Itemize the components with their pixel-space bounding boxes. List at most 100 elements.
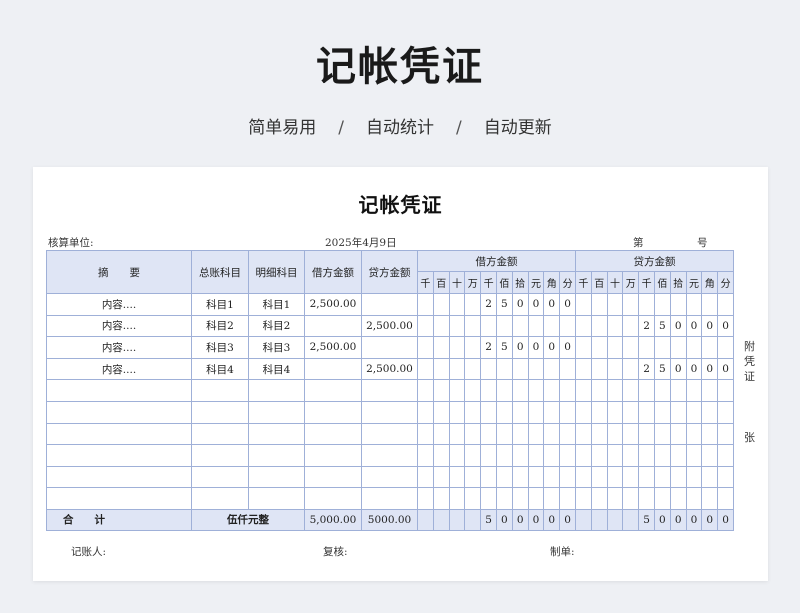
cell-credit-digit <box>669 379 687 402</box>
cell-debit-digit <box>432 422 450 446</box>
cell-debit-digit <box>432 444 450 467</box>
cell-debit-digit <box>417 336 434 359</box>
cell-debit-digit <box>527 465 545 489</box>
header-summary: 摘 要 <box>46 250 192 294</box>
subtitle-item: 自动更新 <box>483 118 552 138</box>
total-credit-digit <box>575 508 592 531</box>
cell-debit-digit: 0 <box>527 293 545 316</box>
cell-detail-account: 科目3 <box>248 336 305 359</box>
cell-credit-digit <box>717 465 734 489</box>
table-row <box>46 422 734 446</box>
cell-detail-account <box>248 444 305 467</box>
cell-credit-digit <box>622 422 640 446</box>
cell-credit-amount <box>361 379 418 402</box>
total-debit-digit: 0 <box>495 508 513 531</box>
total-debit-amount: 5,000.00 <box>304 508 362 531</box>
total-debit-digit: 0 <box>511 508 529 531</box>
total-credit-digit: 5 <box>638 508 655 531</box>
cell-debit-amount <box>304 314 362 338</box>
cell-summary <box>46 487 192 510</box>
reviewer-label: 复核: <box>323 546 348 558</box>
cell-general-account <box>191 379 249 402</box>
cell-credit-digit <box>606 293 624 316</box>
cell-credit-digit: 0 <box>717 314 734 338</box>
cell-debit-digit <box>511 379 529 402</box>
cell-summary <box>46 465 192 489</box>
cell-general-account <box>191 400 249 424</box>
cell-debit-digit <box>527 422 545 446</box>
cell-credit-digit <box>701 400 719 424</box>
cell-credit-digit <box>622 357 640 381</box>
voucher-table: 摘 要 总账科目 明细科目 借方金额 贷方金额 借方金额 贷方金额 千百十万千佰… <box>46 250 734 531</box>
table-row <box>46 379 734 402</box>
cell-credit-digit <box>669 422 687 446</box>
cell-summary <box>46 444 192 467</box>
cell-general-account <box>191 422 249 446</box>
cell-credit-digit <box>622 400 640 424</box>
cell-debit-digit <box>480 444 497 467</box>
cell-debit-digit <box>448 379 466 402</box>
digit-unit-header: 千 <box>638 271 655 294</box>
cell-credit-digit <box>590 314 608 338</box>
digit-unit-header: 百 <box>432 271 450 294</box>
cell-debit-digit <box>543 487 561 510</box>
digit-unit-header: 分 <box>559 271 576 294</box>
cell-credit-digit <box>606 422 624 446</box>
cell-debit-digit <box>417 379 434 402</box>
cell-debit-digit <box>495 379 513 402</box>
digit-unit-header: 元 <box>685 271 703 294</box>
cell-debit-digit <box>464 422 482 446</box>
cell-debit-digit <box>527 400 545 424</box>
cell-debit-digit <box>559 314 576 338</box>
cell-credit-digit <box>606 336 624 359</box>
digit-unit-header: 佰 <box>653 271 671 294</box>
cell-summary <box>46 422 192 446</box>
cell-credit-digit <box>638 422 655 446</box>
table-row <box>46 444 734 467</box>
cell-debit-digit <box>464 444 482 467</box>
cell-debit-digit <box>448 336 466 359</box>
cell-debit-digit <box>448 293 466 316</box>
cell-credit-digit <box>622 314 640 338</box>
subtitle-item: 自动统计 <box>366 118 434 138</box>
cell-debit-digit <box>495 314 513 338</box>
table-row: 内容.... 科目3 科目3 2,500.00 2 5 0 0 0 0 <box>46 336 734 359</box>
table-row: 内容.... 科目1 科目1 2,500.00 2 5 0 0 0 0 <box>46 293 734 316</box>
cell-credit-digit: 0 <box>669 357 687 381</box>
total-debit-digit: 5 <box>480 508 497 531</box>
attachment-unit: 张 <box>744 431 755 444</box>
cell-credit-digit <box>590 400 608 424</box>
cell-debit-digit <box>495 400 513 424</box>
cell-debit-digit <box>417 422 434 446</box>
cell-debit-digit <box>417 314 434 338</box>
voucher-title: 记帐凭证 <box>358 193 443 217</box>
cell-credit-digit <box>638 465 655 489</box>
total-debit-digit <box>464 508 482 531</box>
cell-credit-digit <box>685 293 703 316</box>
cell-credit-digit <box>653 422 671 446</box>
cell-debit-digit <box>448 400 466 424</box>
cell-debit-digit <box>559 487 576 510</box>
cell-debit-digit <box>543 465 561 489</box>
cell-credit-digit <box>622 487 640 510</box>
cell-debit-digit <box>448 444 466 467</box>
attachment-char: 附 <box>744 340 755 353</box>
cell-debit-amount <box>304 465 362 489</box>
hero-subtitle: 简单易用 / 自动统计 / 自动更新 <box>0 113 800 138</box>
cell-debit-digit <box>511 487 529 510</box>
cell-debit-digit <box>480 465 497 489</box>
cell-credit-digit <box>575 314 592 338</box>
cell-credit-digit: 5 <box>653 357 671 381</box>
cell-debit-digit <box>464 379 482 402</box>
cell-credit-digit <box>653 400 671 424</box>
total-credit-digit <box>606 508 624 531</box>
cell-credit-digit <box>685 400 703 424</box>
voucher-date: 2025年4月9日 <box>325 237 397 249</box>
total-credit-digit <box>622 508 640 531</box>
digit-unit-header: 千 <box>417 271 434 294</box>
cell-credit-digit <box>575 379 592 402</box>
cell-debit-digit <box>543 379 561 402</box>
total-debit-digit: 0 <box>527 508 545 531</box>
cell-credit-digit: 0 <box>685 314 703 338</box>
digit-unit-header: 角 <box>701 271 719 294</box>
